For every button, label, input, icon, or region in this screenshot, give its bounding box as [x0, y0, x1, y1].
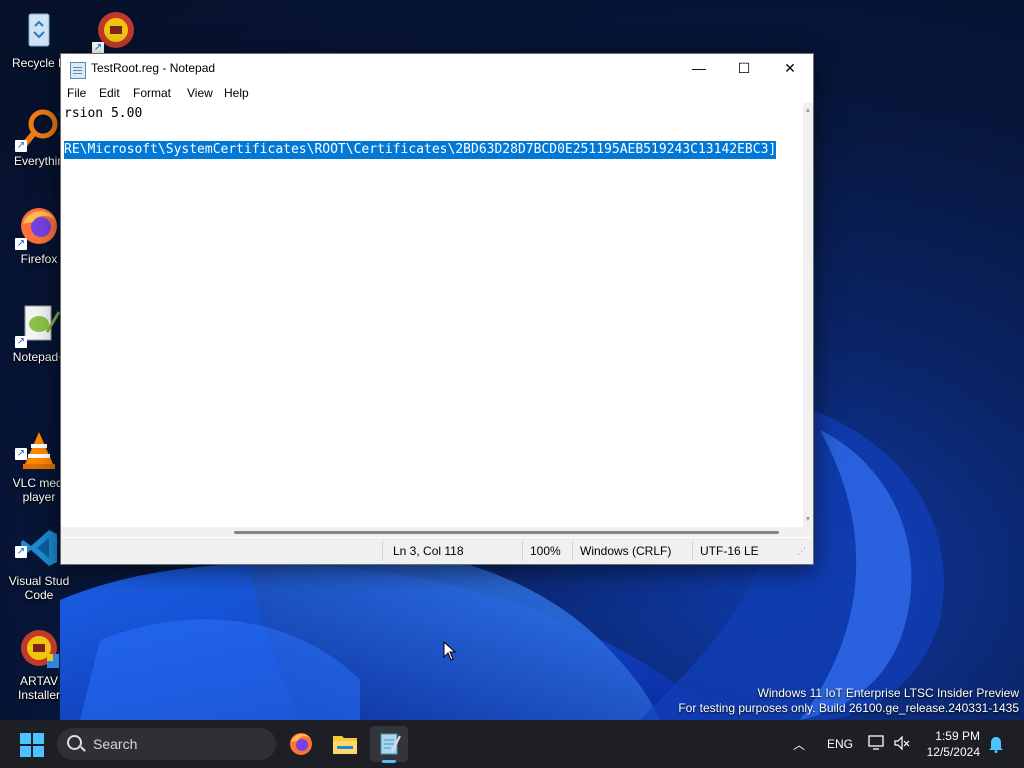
- text-editor[interactable]: rsion 5.00 RE\Microsoft\SystemCertificat…: [61, 103, 803, 527]
- notepad-icon: [380, 733, 401, 755]
- status-line-ending: Windows (CRLF): [580, 544, 672, 558]
- status-divider: [572, 541, 573, 561]
- status-divider: [522, 541, 523, 561]
- shortcut-arrow-icon: ↗: [15, 448, 27, 460]
- file-explorer-icon: [333, 736, 357, 754]
- menu-edit[interactable]: Edit: [99, 86, 120, 100]
- desktop-icon-artav-installer[interactable]: ARTAV Installer: [0, 598, 78, 716]
- taskbar-notepad[interactable]: [370, 726, 408, 763]
- os-watermark: Windows 11 IoT Enterprise LTSC Insider P…: [678, 686, 1019, 716]
- notification-bell-icon[interactable]: [988, 735, 1004, 756]
- watermark-line-2: For testing purposes only. Build 26100.g…: [678, 701, 1019, 715]
- menu-format[interactable]: Format: [133, 86, 171, 100]
- artav-icon: [17, 612, 61, 668]
- status-divider: [692, 541, 693, 561]
- scroll-down-icon[interactable]: ▼: [803, 516, 813, 523]
- minimize-button[interactable]: —: [676, 54, 722, 83]
- volume-muted-icon[interactable]: [893, 734, 911, 755]
- scrollbar-corner: [803, 527, 813, 537]
- menu-help[interactable]: Help: [224, 86, 249, 100]
- artav-icon: ↗: [92, 8, 138, 54]
- shortcut-arrow-icon: ↗: [15, 238, 27, 250]
- status-zoom: 100%: [530, 544, 561, 558]
- resize-grip-icon[interactable]: ⋰: [797, 546, 806, 557]
- everything-search-icon: ↗: [15, 106, 61, 152]
- taskbar: Search ︿ ENG 1:59 PM 12/5/2024: [0, 720, 1024, 768]
- vlc-icon: ↗: [15, 414, 61, 469]
- search-icon: [67, 735, 82, 750]
- vscode-icon: ↗: [15, 512, 61, 566]
- title-bar[interactable]: TestRoot.reg - Notepad — ☐ ✕: [61, 54, 813, 83]
- horizontal-scrollbar[interactable]: [61, 527, 803, 537]
- watermark-line-1: Windows 11 IoT Enterprise LTSC Insider P…: [757, 686, 1019, 700]
- language-indicator[interactable]: ENG: [827, 737, 853, 751]
- vertical-scrollbar[interactable]: ▲ ▼: [803, 103, 813, 527]
- show-hidden-icons-chevron-icon[interactable]: ︿: [793, 736, 805, 753]
- desktop-icon-label: ARTAV Installer: [17, 674, 61, 702]
- network-icon[interactable]: [868, 734, 886, 755]
- menu-view[interactable]: View: [187, 86, 213, 100]
- status-position: Ln 3, Col 118: [393, 544, 464, 558]
- menu-file[interactable]: File: [67, 86, 86, 100]
- shortcut-arrow-icon: ↗: [15, 336, 27, 348]
- scroll-up-icon[interactable]: ▲: [803, 107, 813, 114]
- menu-bar: File Edit Format View Help: [61, 83, 813, 103]
- desktop-icon-artav-top[interactable]: ↗: [78, 8, 154, 56]
- clock-time: 1:59 PM: [935, 729, 980, 743]
- notepad-window[interactable]: TestRoot.reg - Notepad — ☐ ✕ File Edit F…: [60, 53, 814, 565]
- clock-date: 12/5/2024: [926, 745, 980, 759]
- mouse-cursor-icon: [443, 641, 457, 661]
- status-divider: [382, 541, 383, 561]
- status-bar: Ln 3, Col 118 100% Windows (CRLF) UTF-16…: [61, 538, 813, 564]
- text-line: rsion 5.00: [64, 106, 143, 121]
- firefox-icon: ↗: [15, 204, 61, 250]
- maximize-button[interactable]: ☐: [721, 54, 767, 83]
- notepad-icon: [70, 62, 86, 79]
- search-placeholder: Search: [93, 736, 138, 752]
- system-clock[interactable]: 1:59 PM 12/5/2024: [927, 728, 980, 760]
- notepadpp-icon: ↗: [15, 302, 61, 348]
- taskbar-file-explorer[interactable]: [326, 726, 364, 762]
- status-encoding: UTF-16 LE: [700, 544, 759, 558]
- close-button[interactable]: ✕: [767, 54, 813, 83]
- taskbar-search-box[interactable]: Search: [57, 728, 276, 760]
- window-title: TestRoot.reg - Notepad: [91, 61, 216, 75]
- shortcut-arrow-icon: ↗: [15, 140, 27, 152]
- firefox-icon: [290, 733, 312, 755]
- taskbar-firefox[interactable]: [282, 726, 320, 762]
- horizontal-scroll-thumb[interactable]: [234, 531, 779, 534]
- start-button[interactable]: [20, 733, 44, 757]
- shortcut-arrow-icon: ↗: [15, 546, 27, 558]
- selected-text-line: RE\Microsoft\SystemCertificates\ROOT\Cer…: [64, 141, 777, 159]
- recycle-bin-icon: [17, 8, 61, 52]
